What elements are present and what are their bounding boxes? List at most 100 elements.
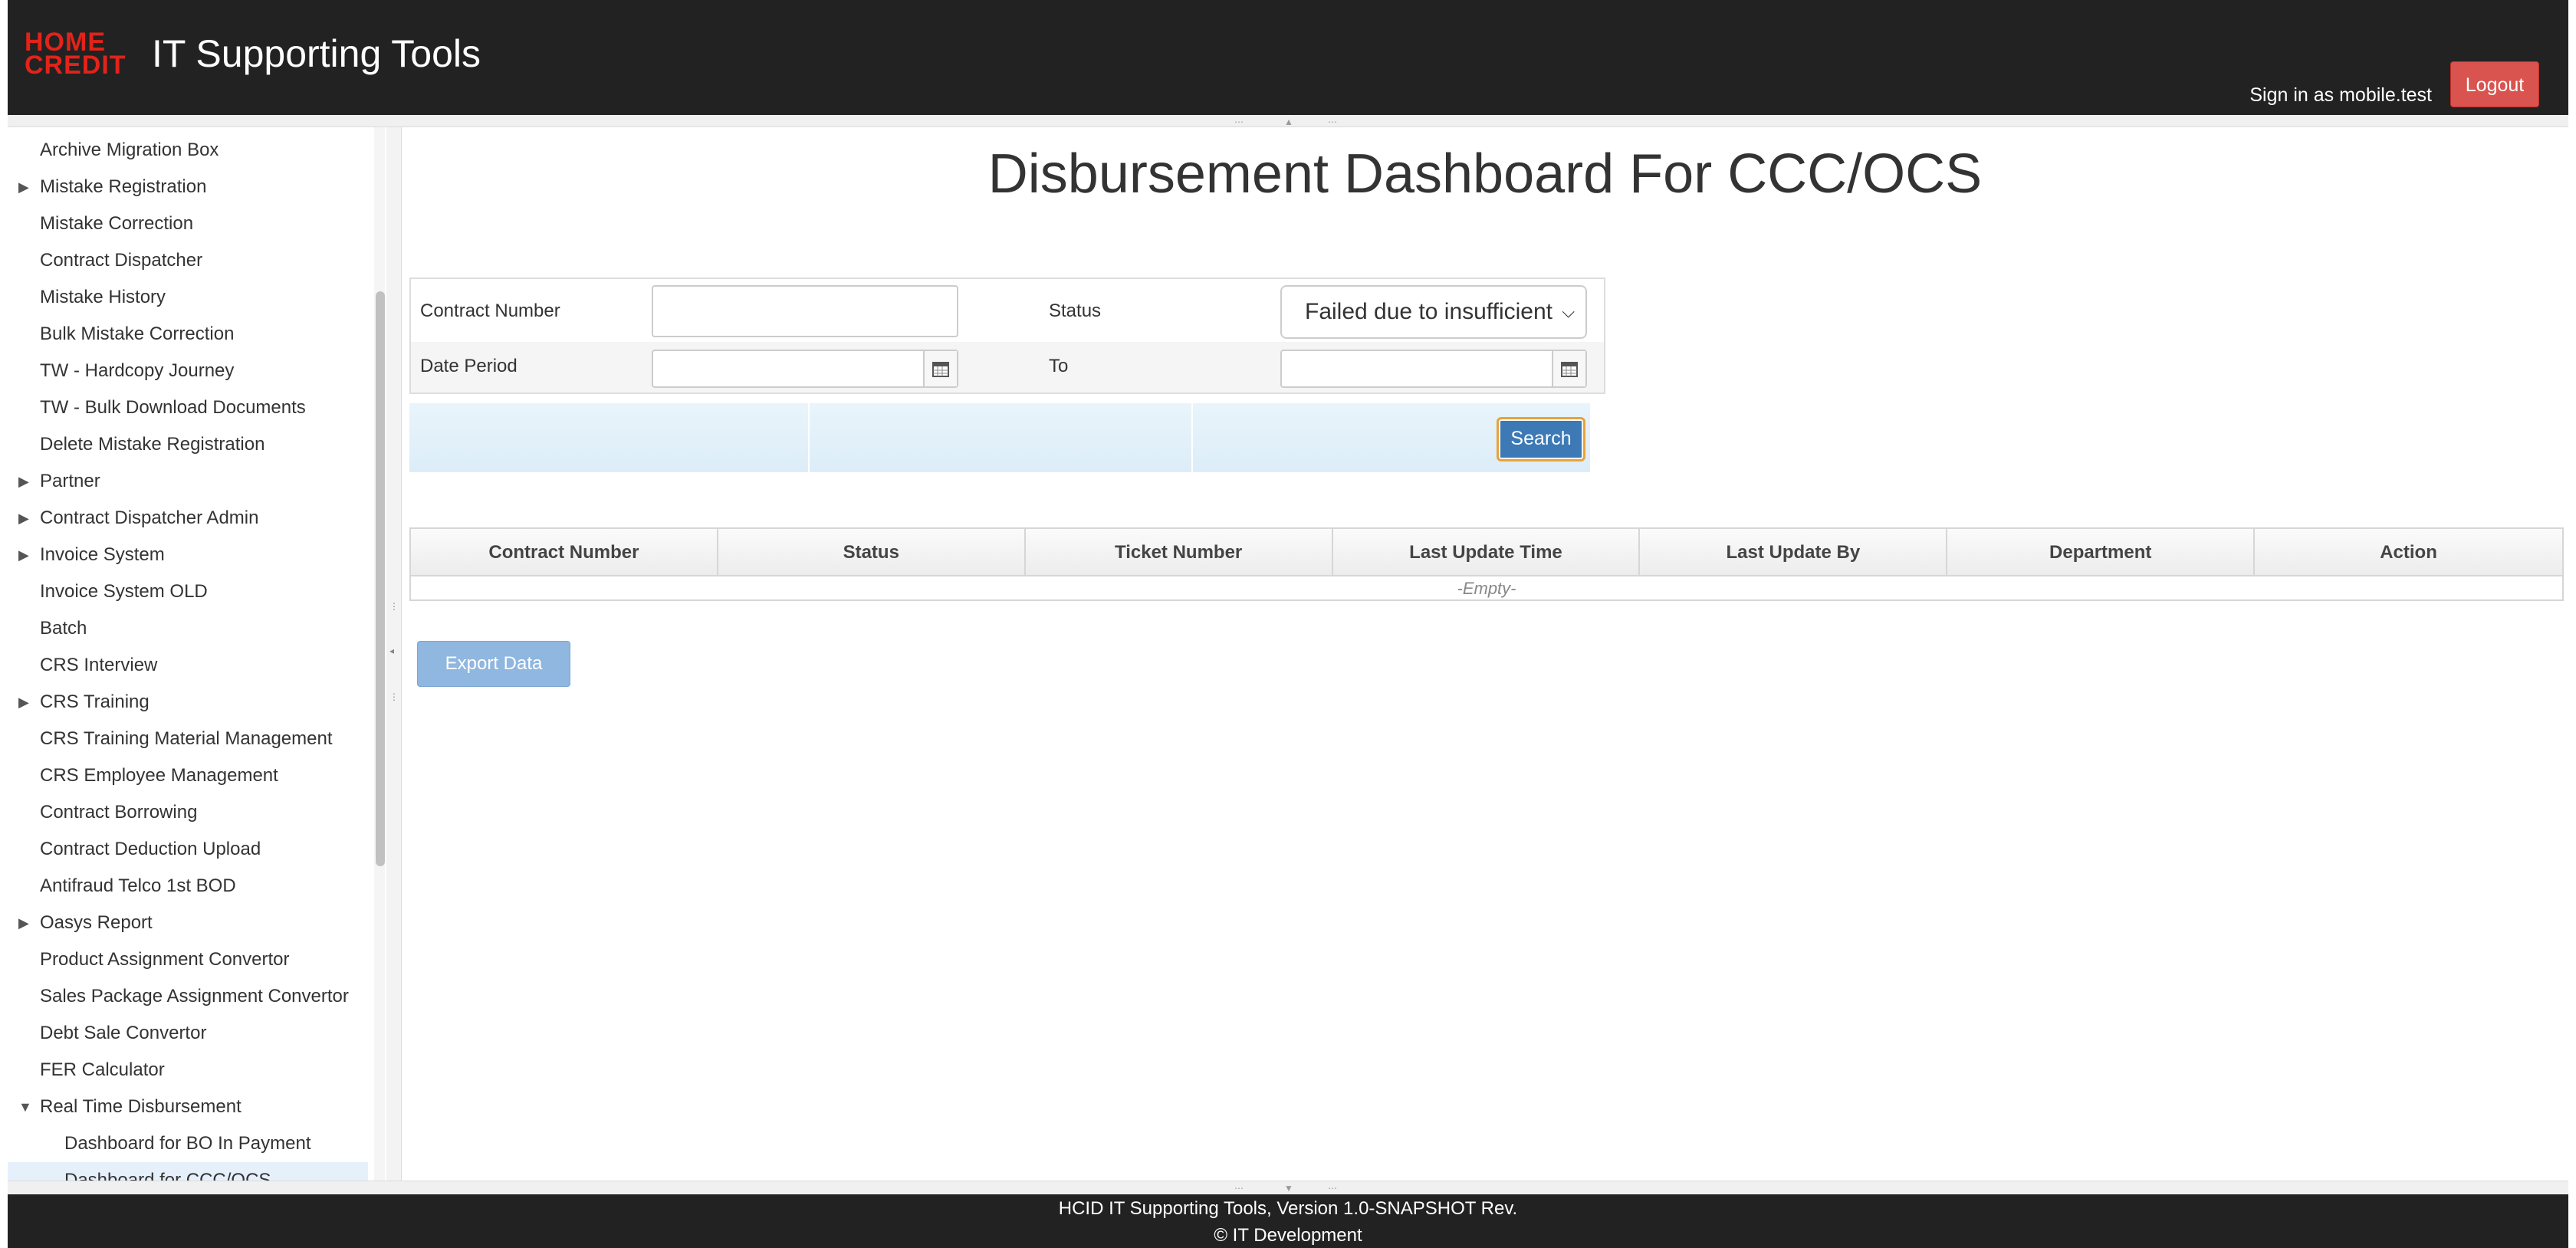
caret-right-icon[interactable]: ▶	[18, 463, 29, 500]
table-header: Contract Number Status Ticket Number Last U…	[411, 529, 2562, 576]
contract-number-label: Contract Number	[420, 301, 560, 321]
sidebar-item-mistake-history[interactable]: Mistake History	[8, 279, 368, 316]
collapse-up-icon[interactable]: ▲	[1284, 117, 1293, 127]
sidebar-item-partner[interactable]: ▶ Partner	[8, 463, 368, 500]
sidebar-item-contract-dispatcher-admin[interactable]: ▶ Contract Dispatcher Admin	[8, 500, 368, 537]
calendar-icon	[1561, 362, 1578, 377]
sidebar-item-crs-interview[interactable]: CRS Interview	[8, 647, 368, 684]
bottom-splitter[interactable]: ⋯ ▼ ⋯	[8, 1181, 2568, 1194]
main-content: Disbursement Dashboard For CCC/OCS Contr…	[402, 127, 2568, 1181]
sidebar-item-label: TW - Bulk Download Documents	[40, 397, 306, 418]
date-from-input[interactable]	[652, 350, 958, 388]
top-splitter[interactable]: ⋯ ▲ ⋯	[8, 115, 2568, 127]
sidebar-item-label: Contract Borrowing	[40, 802, 198, 823]
sidebar-splitter[interactable]: ⋮ ◂ ⋮	[386, 127, 402, 1181]
app-footer: HCID IT Supporting Tools, Version 1.0-SN…	[8, 1194, 2568, 1248]
column-header-department[interactable]: Department	[1947, 529, 2256, 576]
sidebar-item-contract-dispatcher[interactable]: Contract Dispatcher	[8, 242, 368, 279]
sidebar-scrollbar-thumb[interactable]	[376, 291, 385, 866]
caret-right-icon[interactable]: ▶	[18, 905, 29, 941]
contract-number-input[interactable]	[652, 285, 958, 337]
sidebar-item-invoice-system[interactable]: ▶ Invoice System	[8, 537, 368, 573]
sidebar-item-dashboard-for-ccc-ocs[interactable]: Dashboard for CCC/OCS	[8, 1162, 368, 1181]
search-toolbar: Search	[409, 403, 1590, 472]
app-title: IT Supporting Tools	[152, 32, 481, 75]
sidebar-item-label: Partner	[40, 471, 100, 491]
sidebar-item-oasys-report[interactable]: ▶ Oasys Report	[8, 905, 368, 941]
search-button[interactable]: Search	[1497, 417, 1585, 461]
sidebar-item-label: Contract Dispatcher	[40, 250, 203, 271]
search-form: Contract Number Status Failed due to ins…	[409, 278, 1605, 394]
caret-right-icon[interactable]: ▶	[18, 169, 29, 205]
sidebar-item-crs-training[interactable]: ▶ CRS Training	[8, 684, 368, 721]
grip-icon: ⋯	[1328, 117, 1337, 127]
sidebar-item-label: CRS Training	[40, 691, 150, 712]
caret-right-icon[interactable]: ▶	[18, 537, 29, 573]
sidebar-item-bulk-mistake-correction[interactable]: Bulk Mistake Correction	[8, 316, 368, 353]
sidebar-item-mistake-correction[interactable]: Mistake Correction	[8, 205, 368, 242]
date-to-calendar-button[interactable]	[1552, 351, 1585, 386]
sidebar-item-mistake-registration[interactable]: ▶ Mistake Registration	[8, 169, 368, 205]
sidebar-item-sales-package-assignment-convertor[interactable]: Sales Package Assignment Convertor	[8, 978, 368, 1015]
home-credit-logo[interactable]: HOME CREDIT	[25, 29, 140, 81]
logout-button[interactable]: Logout	[2450, 61, 2539, 107]
grip-icon: ⋮	[389, 601, 399, 612]
status-select[interactable]: Failed due to insufficient ⌵	[1280, 285, 1587, 339]
sidebar-item-contract-borrowing[interactable]: Contract Borrowing	[8, 794, 368, 831]
collapse-left-icon[interactable]: ◂	[389, 645, 394, 656]
sidebar-item-label: CRS Interview	[40, 655, 158, 675]
sidebar-item-label: Mistake History	[40, 287, 166, 307]
column-header-last-update-by[interactable]: Last Update By	[1640, 529, 1948, 576]
grip-icon: ⋯	[1234, 117, 1244, 127]
sidebar-item-fer-calculator[interactable]: FER Calculator	[8, 1052, 368, 1089]
sidebar-item-label: TW - Hardcopy Journey	[40, 360, 235, 381]
collapse-down-icon[interactable]: ▼	[1284, 1183, 1293, 1194]
sidebar-item-label: Antifraud Telco 1st BOD	[40, 875, 236, 896]
caret-down-icon[interactable]: ▼	[18, 1089, 32, 1125]
page-title: Disbursement Dashboard For CCC/OCS	[987, 143, 1983, 205]
results-table: Contract Number Status Ticket Number Last U…	[409, 527, 2564, 601]
status-selected-value: Failed due to insufficient	[1305, 299, 1552, 324]
sidebar-item-crs-employee-management[interactable]: CRS Employee Management	[8, 757, 368, 794]
logo-line2: CREDIT	[25, 51, 127, 80]
sidebar-item-delete-mistake-registration[interactable]: Delete Mistake Registration	[8, 426, 368, 463]
sidebar-item-dashboard-for-bo-in-payment[interactable]: Dashboard for BO In Payment	[8, 1125, 368, 1162]
sidebar-item-tw-hardcopy-journey[interactable]: TW - Hardcopy Journey	[8, 353, 368, 389]
column-header-status[interactable]: Status	[718, 529, 1026, 576]
sidebar-item-label: Real Time Disbursement	[40, 1096, 242, 1117]
sidebar-item-archive-migration-box[interactable]: Archive Migration Box	[8, 132, 368, 169]
sidebar-item-product-assignment-convertor[interactable]: Product Assignment Convertor	[8, 941, 368, 978]
column-header-contract-number[interactable]: Contract Number	[411, 529, 718, 576]
date-from-calendar-button[interactable]	[923, 351, 957, 386]
sidebar-item-real-time-disbursement[interactable]: ▼ Real Time Disbursement	[8, 1089, 368, 1125]
sidebar-item-invoice-system-old[interactable]: Invoice System OLD	[8, 573, 368, 610]
sidebar-nav: Archive Migration Box ▶ Mistake Registrati…	[8, 127, 368, 1181]
sidebar-item-contract-deduction-upload[interactable]: Contract Deduction Upload	[8, 831, 368, 868]
sidebar-item-label: Debt Sale Convertor	[40, 1023, 207, 1043]
column-header-last-update-time[interactable]: Last Update Time	[1333, 529, 1641, 576]
grip-icon: ⋯	[1234, 1183, 1244, 1194]
grip-icon: ⋮	[389, 691, 399, 702]
export-data-button[interactable]: Export Data	[417, 641, 570, 687]
toolbar-divider	[808, 403, 810, 472]
sidebar-item-crs-training-material-management[interactable]: CRS Training Material Management	[8, 721, 368, 757]
sidebar-item-label: CRS Training Material Management	[40, 728, 333, 749]
sidebar-item-label: Contract Deduction Upload	[40, 839, 261, 859]
chevron-down-icon: ⌵	[1562, 302, 1575, 321]
date-to-input[interactable]	[1280, 350, 1587, 388]
sidebar-item-batch[interactable]: Batch	[8, 610, 368, 647]
sidebar-item-debt-sale-convertor[interactable]: Debt Sale Convertor	[8, 1015, 368, 1052]
sidebar-item-antifraud-telco-1st-bod[interactable]: Antifraud Telco 1st BOD	[8, 868, 368, 905]
sidebar-item-label: Dashboard for BO In Payment	[64, 1133, 311, 1154]
sidebar-item-label: Invoice System	[40, 544, 165, 565]
sidebar-item-label: Bulk Mistake Correction	[40, 323, 235, 344]
caret-right-icon[interactable]: ▶	[18, 684, 29, 721]
sidebar-item-tw-bulk-download-documents[interactable]: TW - Bulk Download Documents	[8, 389, 368, 426]
footer-version: HCID IT Supporting Tools, Version 1.0-SN…	[1058, 1198, 1518, 1219]
sidebar-item-label: Batch	[40, 618, 87, 639]
app-header: HOME CREDIT IT Supporting Tools Sign in …	[8, 0, 2568, 115]
column-header-ticket-number[interactable]: Ticket Number	[1026, 529, 1333, 576]
date-period-label: Date Period	[420, 356, 518, 376]
column-header-action[interactable]: Action	[2255, 529, 2562, 576]
caret-right-icon[interactable]: ▶	[18, 500, 29, 537]
